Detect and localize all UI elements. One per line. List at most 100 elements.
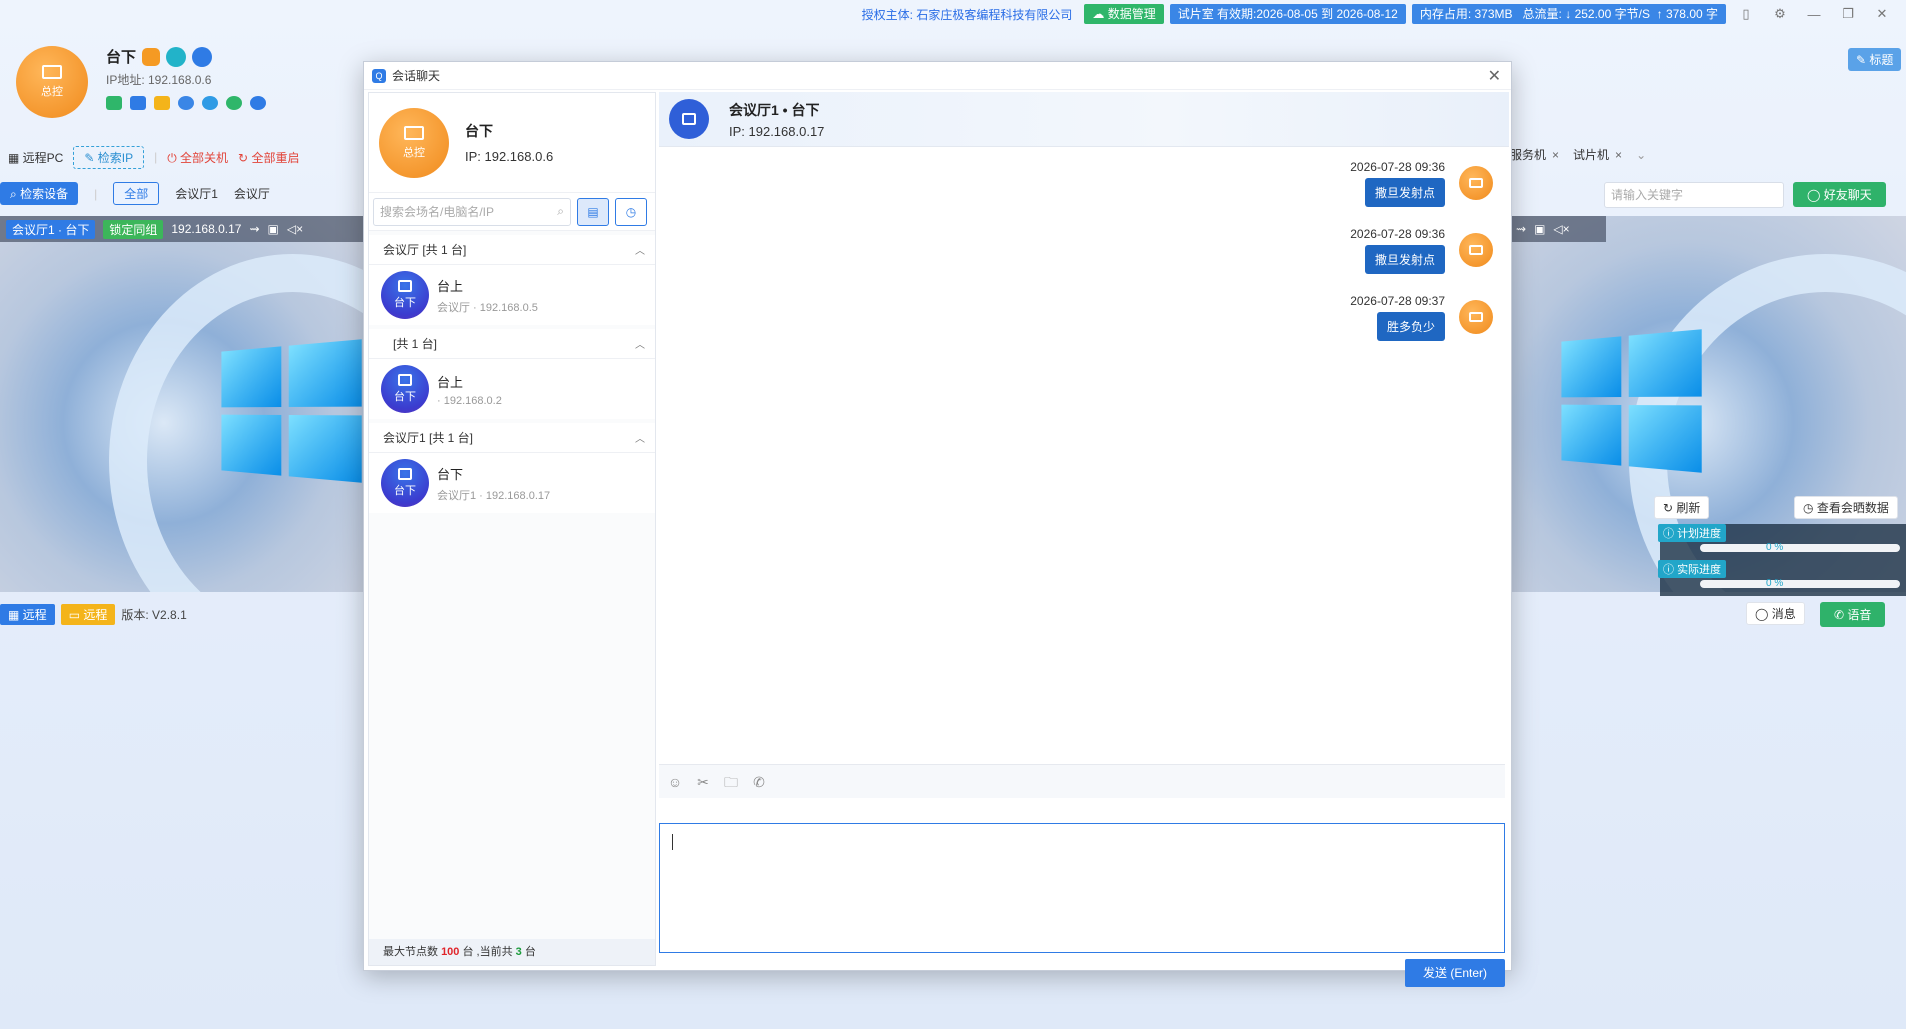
remote-desktop-preview-left[interactable]: 会议厅1 · 台下 锁定同组 192.168.0.17 ⇝ ▣ ◁× [0,216,364,592]
avatar-label: 总控 [41,86,63,98]
left-bottom-bar: ▦ 远程 ▭ 远程 版本: V2.8.1 [0,604,187,625]
restore-button[interactable]: ❐ [1834,6,1862,22]
message-bubble[interactable]: 撒旦发射点 [1364,245,1445,274]
phone-icon[interactable]: ✆ [751,774,767,790]
tab-hall1[interactable]: 会议厅1 [175,185,218,202]
top-status-bar: 授权主体: 石家庄极客编程科技有限公司 ☁ 数据管理 试片室 有效期:2026-… [0,0,1906,28]
search-ip-button[interactable]: ✎ 检索IP [73,145,145,169]
doc-icon[interactable]: ▯ [1732,6,1760,22]
mute-icon[interactable]: ◁× [287,222,303,236]
history-view-button[interactable]: ◷ [615,197,647,226]
close-icon[interactable]: × [1615,148,1622,162]
message-button[interactable]: ◯ 消息 [1746,602,1805,625]
contact-item[interactable]: 台下 台上 会议厅 · 192.168.0.5 [369,265,655,325]
profile-ip: IP地址: 192.168.0.6 [106,73,212,87]
network-icon[interactable] [178,96,194,110]
mark-button[interactable]: ✎ 标题 [1848,48,1902,71]
profile-header: 总控 台下 IP地址: 192.168.0.6 [16,46,266,118]
message-time: 2026-07-28 09:36 [1350,227,1445,241]
lock-group-button[interactable]: 锁定同组 [103,219,164,239]
image-icon[interactable] [166,46,187,67]
version-label: 版本: V2.8.1 [121,608,187,622]
search-circle-icon[interactable] [250,96,266,110]
upload-rate: ↑ 378.00 字 [1656,7,1718,21]
traffic-label: 总流量: [1522,7,1562,21]
tab-server-label: 服务机 [1510,148,1547,162]
contact-detail: 会议厅1 · 192.168.0.17 [437,489,551,502]
actual-progress-text: 实际进度 [1677,564,1722,576]
speaker-icon[interactable] [106,96,122,110]
contact-item[interactable]: 台下 台下 会议厅1 · 192.168.0.17 [369,453,655,513]
group-header[interactable]: 会议厅1 [共 1 台] ︿ [369,423,655,453]
scissors-icon[interactable]: ✂ [695,774,711,790]
remote-button-1[interactable]: ▦ 远程 [0,604,55,625]
my-avatar-label: 总控 [403,146,425,159]
group-header[interactable]: [共 1 台] ︿ [369,329,655,359]
tab-all[interactable]: 全部 [113,182,160,205]
contact-item[interactable]: 台下 台上 · 192.168.0.2 [369,359,655,419]
mouse-icon[interactable]: ⇝ [249,222,259,236]
remote-button-2[interactable]: ▭ 远程 [60,604,116,625]
chevron-up-icon[interactable]: ︿ [635,430,645,445]
data-management-button[interactable]: ☁ 数据管理 [1084,4,1164,24]
grid-icon [398,468,412,480]
search-ip-label: 检索IP [97,150,134,165]
message-input[interactable] [659,823,1505,953]
contact-detail: · 192.168.0.2 [437,394,502,407]
settings-icon[interactable]: ⚙ [1766,6,1794,22]
close-icon[interactable]: × [1552,148,1559,162]
close-icon[interactable]: ✕ [1488,66,1501,86]
avatar[interactable]: 总控 [16,46,88,118]
monitor-icon [1469,178,1483,188]
contacts-view-button[interactable]: ▤ [577,197,609,226]
tab-hall[interactable]: 会议厅 [234,185,270,202]
tab-trial[interactable]: 试片机 × [1573,146,1622,163]
list-icon: ▤ [587,204,599,219]
current-node-count: 3 [515,946,522,958]
refresh-button[interactable]: ↻ 刷新 [1654,496,1710,519]
restart-all-button[interactable]: ↻ 全部重启 [238,149,299,166]
my-avatar: 总控 [379,107,449,178]
shutdown-all-button[interactable]: ⏻ 全部关机 [167,149,228,166]
contact-search-row: 搜索会场名/电脑名/IP ⌕ ▤ ◷ [369,193,655,231]
window-close-button[interactable]: ✕ [1868,6,1896,22]
emoji-icon[interactable]: ☺ [667,774,683,790]
minimize-button[interactable]: — [1800,7,1828,22]
message-label: 消息 [1771,607,1796,621]
message-bubble[interactable]: 胜多负少 [1376,312,1445,341]
contact-name: 台上 [437,374,464,390]
screen-icon[interactable]: ▣ [1534,222,1545,236]
view-data-label: 查看会晒数据 [1816,501,1889,515]
search-device-button[interactable]: ⌕ 检索设备 [0,182,79,205]
message-item: 2026-07-28 09:36 撒旦发射点 [1350,160,1493,207]
chevron-up-icon[interactable]: ︿ [635,336,645,351]
voice-button[interactable]: ✆ 语音 [1820,602,1886,627]
view-data-button[interactable]: ◷ 查看会晒数据 [1794,496,1898,519]
keyword-search-input[interactable]: 请输入关键字 [1604,182,1784,208]
edit-icon[interactable] [142,47,161,66]
eye-icon[interactable] [192,46,213,67]
send-button[interactable]: 发送 (Enter) [1405,959,1505,987]
screen-icon[interactable]: ▣ [268,222,279,236]
message-bubble[interactable]: 撒旦发射点 [1364,178,1445,207]
remote-pc-button[interactable]: ▦ 远程PC [8,149,63,166]
mouse-icon[interactable]: ⇝ [1516,222,1526,236]
left-toolbar: ▦ 远程PC ✎ 检索IP | ⏻ 全部关机 ↻ 全部重启 [0,145,364,169]
sender-avatar [1459,166,1493,200]
wechat-icon[interactable] [226,96,242,110]
mute-icon[interactable]: ◁× [1553,222,1569,236]
folder-icon[interactable] [154,96,170,110]
chevron-up-icon[interactable]: ︿ [635,242,645,257]
message-time: 2026-07-28 09:37 [1350,294,1445,308]
monitor-icon [1469,245,1483,255]
friend-chat-button[interactable]: ◯ 好友聊天 [1793,182,1886,207]
monitor-small-icon[interactable] [130,96,146,110]
globe-icon[interactable] [202,96,218,110]
shutdown-all-label: 全部关机 [180,150,229,165]
group-header[interactable]: 会议厅 [共 1 台] ︿ [369,235,655,265]
tab-trial-label: 试片机 [1573,148,1610,162]
contact-search-input[interactable]: 搜索会场名/电脑名/IP ⌕ [373,197,571,226]
folder-icon[interactable]: 🗀 [723,774,739,790]
tab-server[interactable]: 服务机 × [1510,146,1559,163]
chevron-down-icon[interactable]: ⌄ [1636,148,1646,162]
